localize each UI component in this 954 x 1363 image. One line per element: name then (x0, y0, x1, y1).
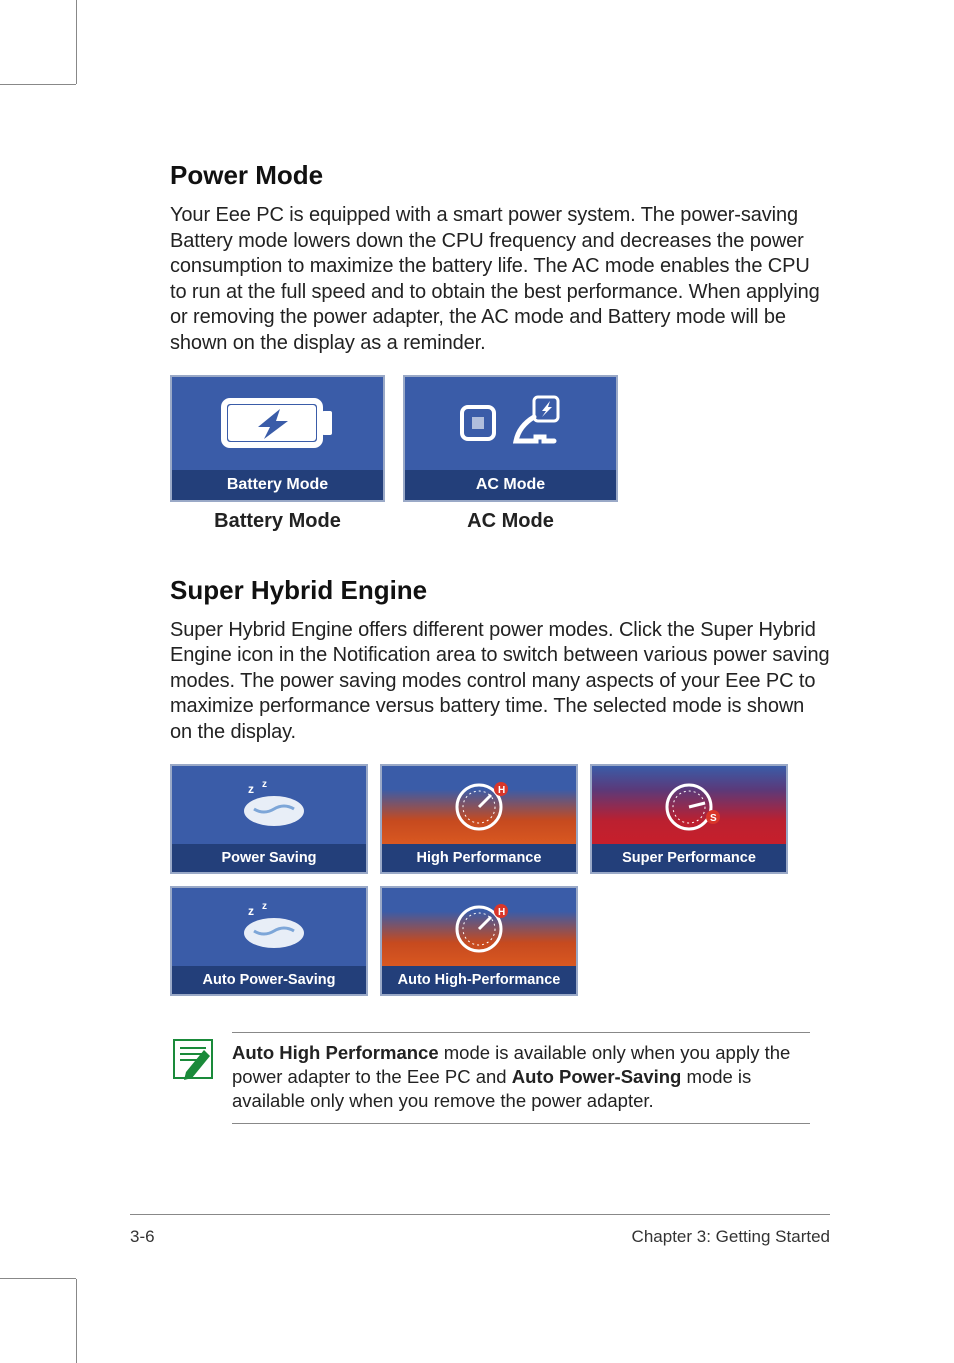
battery-sleep-icon: z z (224, 779, 314, 831)
ac-mode-label: AC Mode (405, 470, 616, 500)
footer-rule (130, 1214, 830, 1215)
note-box: Auto High Performance mode is available … (170, 1032, 810, 1124)
battery-icon (218, 393, 338, 453)
super-performance-card: S Super Performance (590, 764, 788, 874)
auto-high-performance-card: H Auto High-Performance (380, 886, 578, 996)
svg-text:H: H (498, 785, 505, 796)
auto-power-saving-label: Auto Power-Saving (172, 966, 366, 994)
battery-mode-caption: Battery Mode (170, 510, 385, 533)
page-footer: 3-6 Chapter 3: Getting Started (130, 1227, 830, 1247)
power-saving-label: Power Saving (172, 844, 366, 872)
high-performance-label: High Performance (382, 844, 576, 872)
chapter-label: Chapter 3: Getting Started (632, 1227, 830, 1247)
page-content: Power Mode Your Eee PC is equipped with … (170, 160, 830, 1124)
super-hybrid-engine-heading: Super Hybrid Engine (170, 575, 830, 606)
note-bold-1: Auto High Performance (232, 1042, 439, 1063)
high-performance-card: H High Performance (380, 764, 578, 874)
gauge-s-icon: S (653, 777, 725, 833)
svg-text:S: S (710, 813, 717, 824)
page-number: 3-6 (130, 1227, 155, 1247)
svg-text:H: H (498, 907, 505, 918)
gauge-h-icon: H (443, 777, 515, 833)
note-text: Auto High Performance mode is available … (232, 1032, 810, 1124)
ac-mode-caption: AC Mode (403, 510, 618, 533)
power-mode-grid: z z Power Saving H High Performance (170, 764, 810, 996)
note-bold-2: Auto Power-Saving (512, 1066, 682, 1087)
power-mode-paragraph: Your Eee PC is equipped with a smart pow… (170, 203, 830, 357)
power-adapter-icon (506, 393, 566, 453)
battery-sleep-icon: z z (224, 901, 314, 953)
svg-text:z: z (262, 779, 267, 790)
ac-mode-card: AC Mode (403, 375, 618, 502)
svg-text:z: z (262, 901, 267, 912)
gauge-h-icon: H (443, 899, 515, 955)
battery-mode-card: Battery Mode (170, 375, 385, 502)
power-mode-figures: Battery Mode Battery Mode AC Mode (170, 375, 830, 533)
svg-text:z: z (248, 904, 254, 918)
note-icon (170, 1036, 216, 1082)
auto-power-saving-card: z z Auto Power-Saving (170, 886, 368, 996)
power-mode-heading: Power Mode (170, 160, 830, 191)
battery-mode-label: Battery Mode (172, 470, 383, 500)
svg-text:z: z (248, 782, 254, 796)
auto-high-performance-label: Auto High-Performance (382, 966, 576, 994)
super-performance-label: Super Performance (592, 844, 786, 872)
super-hybrid-engine-paragraph: Super Hybrid Engine offers different pow… (170, 618, 830, 746)
laptop-icon (456, 401, 500, 445)
power-saving-card: z z Power Saving (170, 764, 368, 874)
